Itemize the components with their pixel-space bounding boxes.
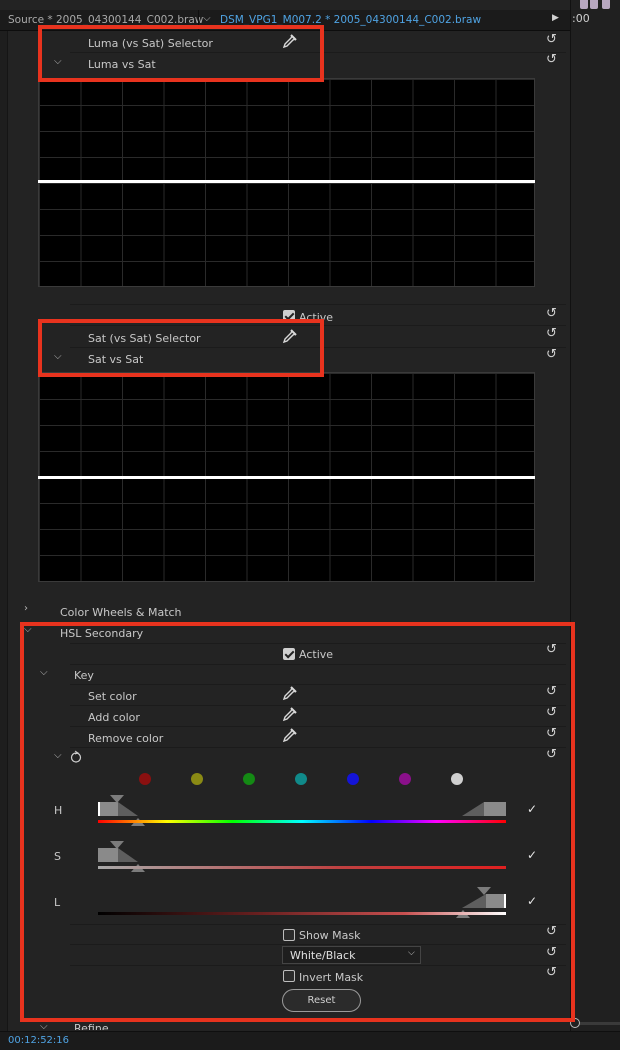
- play-icon[interactable]: ▶: [552, 13, 559, 23]
- curve-line[interactable]: [38, 180, 535, 183]
- status-bar: [0, 1031, 620, 1050]
- reset-icon[interactable]: ↺: [546, 348, 557, 361]
- timeline-clip[interactable]: [602, 0, 610, 9]
- timeline-clip[interactable]: [590, 0, 598, 9]
- highlight-box-hsl: [20, 622, 575, 1022]
- curve-line[interactable]: [38, 476, 535, 479]
- timeline-panel: [570, 0, 620, 1050]
- highlight-box-luma: [38, 25, 324, 82]
- timeline-scrollbar[interactable]: [580, 1022, 620, 1025]
- reset-icon[interactable]: ↺: [546, 33, 557, 46]
- reset-icon[interactable]: ↺: [546, 307, 557, 320]
- timeline-clip[interactable]: [580, 0, 588, 9]
- chevron-right-icon[interactable]: ›: [24, 603, 28, 614]
- row-divider: [70, 304, 566, 305]
- refine-section-label[interactable]: Refine: [74, 1022, 109, 1030]
- reset-icon[interactable]: ↺: [546, 327, 557, 340]
- timecode[interactable]: 00:12:52:16: [8, 1035, 69, 1046]
- panel-left-edge: [0, 31, 8, 1031]
- chevron-down-icon[interactable]: ⌵: [203, 13, 211, 24]
- reset-icon[interactable]: ↺: [546, 53, 557, 66]
- timeline-ruler-label: :00: [572, 12, 590, 25]
- color-wheels-section-header[interactable]: Color Wheels & Match: [60, 606, 182, 619]
- highlight-box-sat: [38, 319, 324, 377]
